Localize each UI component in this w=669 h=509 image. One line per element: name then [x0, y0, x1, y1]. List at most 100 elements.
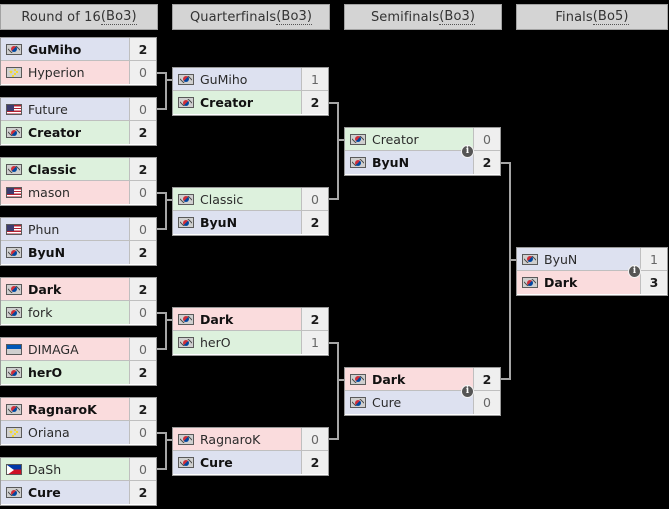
team-score: 0 [129, 338, 156, 360]
flag-icon-cn [6, 427, 22, 438]
info-icon[interactable]: i [461, 385, 474, 398]
match-box[interactable]: Classic 2 mason 0 [0, 157, 157, 206]
team-name: ByuN [200, 215, 238, 230]
team-score: 0 [129, 458, 156, 480]
team-row[interactable]: fork 0 [1, 301, 156, 324]
team-row[interactable]: Phun 0 [1, 218, 156, 241]
team-row[interactable]: DIMAGA 0 [1, 338, 156, 361]
round-header-1: Round of 16 (Bo3) [0, 4, 158, 30]
flag-icon-kr [6, 247, 22, 258]
match-box[interactable]: GuMiho 1 Creator 2 [172, 67, 329, 116]
team-row[interactable]: Dark 2 [1, 278, 156, 301]
team-row[interactable]: Creator 0 [345, 128, 500, 151]
team-row[interactable]: Future 0 [1, 98, 156, 121]
connector-line [337, 102, 339, 200]
team-name: Cure [200, 455, 233, 470]
round-format-abbr: (Bo5) [592, 9, 629, 25]
team-score: 0 [129, 301, 156, 324]
match-box[interactable]: GuMiho 2 Hyperion 0 [0, 37, 157, 86]
flag-icon-kr [522, 277, 538, 288]
team-name: Dark [28, 281, 62, 297]
team-name: Dark [200, 311, 234, 327]
team-row[interactable]: Dark 2 [345, 368, 500, 391]
flag-icon-us [6, 103, 22, 115]
connector-line [501, 162, 509, 164]
team-row[interactable]: herO 1 [173, 331, 328, 354]
team-row[interactable]: Creator 2 [173, 91, 328, 114]
flag-icon-us [6, 223, 22, 235]
connector-line [165, 319, 172, 321]
match-box[interactable]: Dark 2 fork 0 [0, 277, 157, 326]
team-name: Creator [28, 125, 81, 140]
connector-line [165, 312, 167, 350]
match-box[interactable]: RagnaroK 2 Oriana 0 [0, 397, 157, 446]
flag-icon-kr [6, 163, 22, 175]
flag-icon-kr [6, 403, 22, 415]
team-score: 0 [129, 61, 156, 84]
team-row[interactable]: mason 0 [1, 181, 156, 204]
team-name: Dark [544, 275, 578, 290]
match-box[interactable]: RagnaroK 0 Cure 2 [172, 427, 329, 476]
match-box[interactable]: DIMAGA 0 herO 2 [0, 337, 157, 386]
team-row[interactable]: GuMiho 2 [1, 38, 156, 61]
match-box[interactable]: Creator 0 ByuN 2 [344, 127, 501, 176]
team-row[interactable]: ByuN 1 [517, 248, 667, 271]
round-header-3: Semifinals (Bo3) [344, 4, 502, 30]
team-row[interactable]: Dark 2 [173, 308, 328, 331]
team-row[interactable]: Classic 0 [173, 188, 328, 211]
team-row[interactable]: Cure 0 [345, 391, 500, 414]
flag-icon-us [6, 187, 22, 198]
flag-icon-kr [6, 307, 22, 318]
team-row[interactable]: RagnaroK 2 [1, 398, 156, 421]
match-box[interactable]: Classic 0 ByuN 2 [172, 187, 329, 236]
match-box[interactable]: Dark 2 herO 1 [172, 307, 329, 356]
team-row[interactable]: RagnaroK 0 [173, 428, 328, 451]
team-row[interactable]: DaSh 0 [1, 458, 156, 481]
team-name: Phun [28, 221, 60, 237]
team-row[interactable]: Dark 3 [517, 271, 667, 294]
team-row[interactable]: ByuN 2 [1, 241, 156, 264]
team-name: RagnaroK [200, 431, 261, 447]
match-box[interactable]: Phun 0 ByuN 2 [0, 217, 157, 266]
team-row[interactable]: Cure 2 [173, 451, 328, 474]
team-name: DaSh [28, 461, 62, 477]
team-row[interactable]: Oriana 0 [1, 421, 156, 444]
team-row[interactable]: Creator 2 [1, 121, 156, 144]
team-score: 0 [473, 128, 500, 150]
info-icon[interactable]: i [628, 265, 641, 278]
team-score: 2 [129, 398, 156, 420]
team-row[interactable]: herO 2 [1, 361, 156, 384]
team-name: GuMiho [28, 41, 82, 57]
team-score: 0 [129, 218, 156, 240]
flag-icon-kr [6, 127, 22, 138]
team-score: 2 [301, 91, 328, 114]
match-box[interactable]: Future 0 Creator 2 [0, 97, 157, 146]
round-header-label: Finals [555, 9, 593, 25]
team-row[interactable]: GuMiho 1 [173, 68, 328, 91]
connector-line [329, 198, 337, 200]
team-name: Oriana [28, 425, 70, 440]
connector-line [165, 432, 167, 470]
team-row[interactable]: Hyperion 0 [1, 61, 156, 84]
match-box[interactable]: DaSh 0 Cure 2 [0, 457, 157, 506]
round-format-abbr: (Bo3) [276, 9, 313, 25]
connector-line [165, 199, 172, 201]
team-row[interactable]: Cure 2 [1, 481, 156, 504]
connector-line [165, 192, 167, 230]
connector-line [157, 468, 165, 470]
team-score: 2 [473, 368, 500, 390]
info-icon[interactable]: i [461, 145, 474, 158]
round-header-label: Round of 16 [21, 9, 101, 25]
connector-line [337, 139, 344, 141]
team-name: ByuN [372, 155, 410, 170]
team-row[interactable]: ByuN 2 [345, 151, 500, 174]
match-box[interactable]: Dark 2 Cure 0 [344, 367, 501, 416]
team-row[interactable]: Classic 2 [1, 158, 156, 181]
team-score: 2 [301, 451, 328, 474]
flag-icon-kr [178, 193, 194, 205]
match-box[interactable]: ByuN 1 Dark 3 [516, 247, 668, 296]
flag-icon-kr [178, 433, 194, 445]
connector-line [329, 342, 337, 344]
round-header-2: Quarterfinals (Bo3) [172, 4, 330, 30]
team-row[interactable]: ByuN 2 [173, 211, 328, 234]
